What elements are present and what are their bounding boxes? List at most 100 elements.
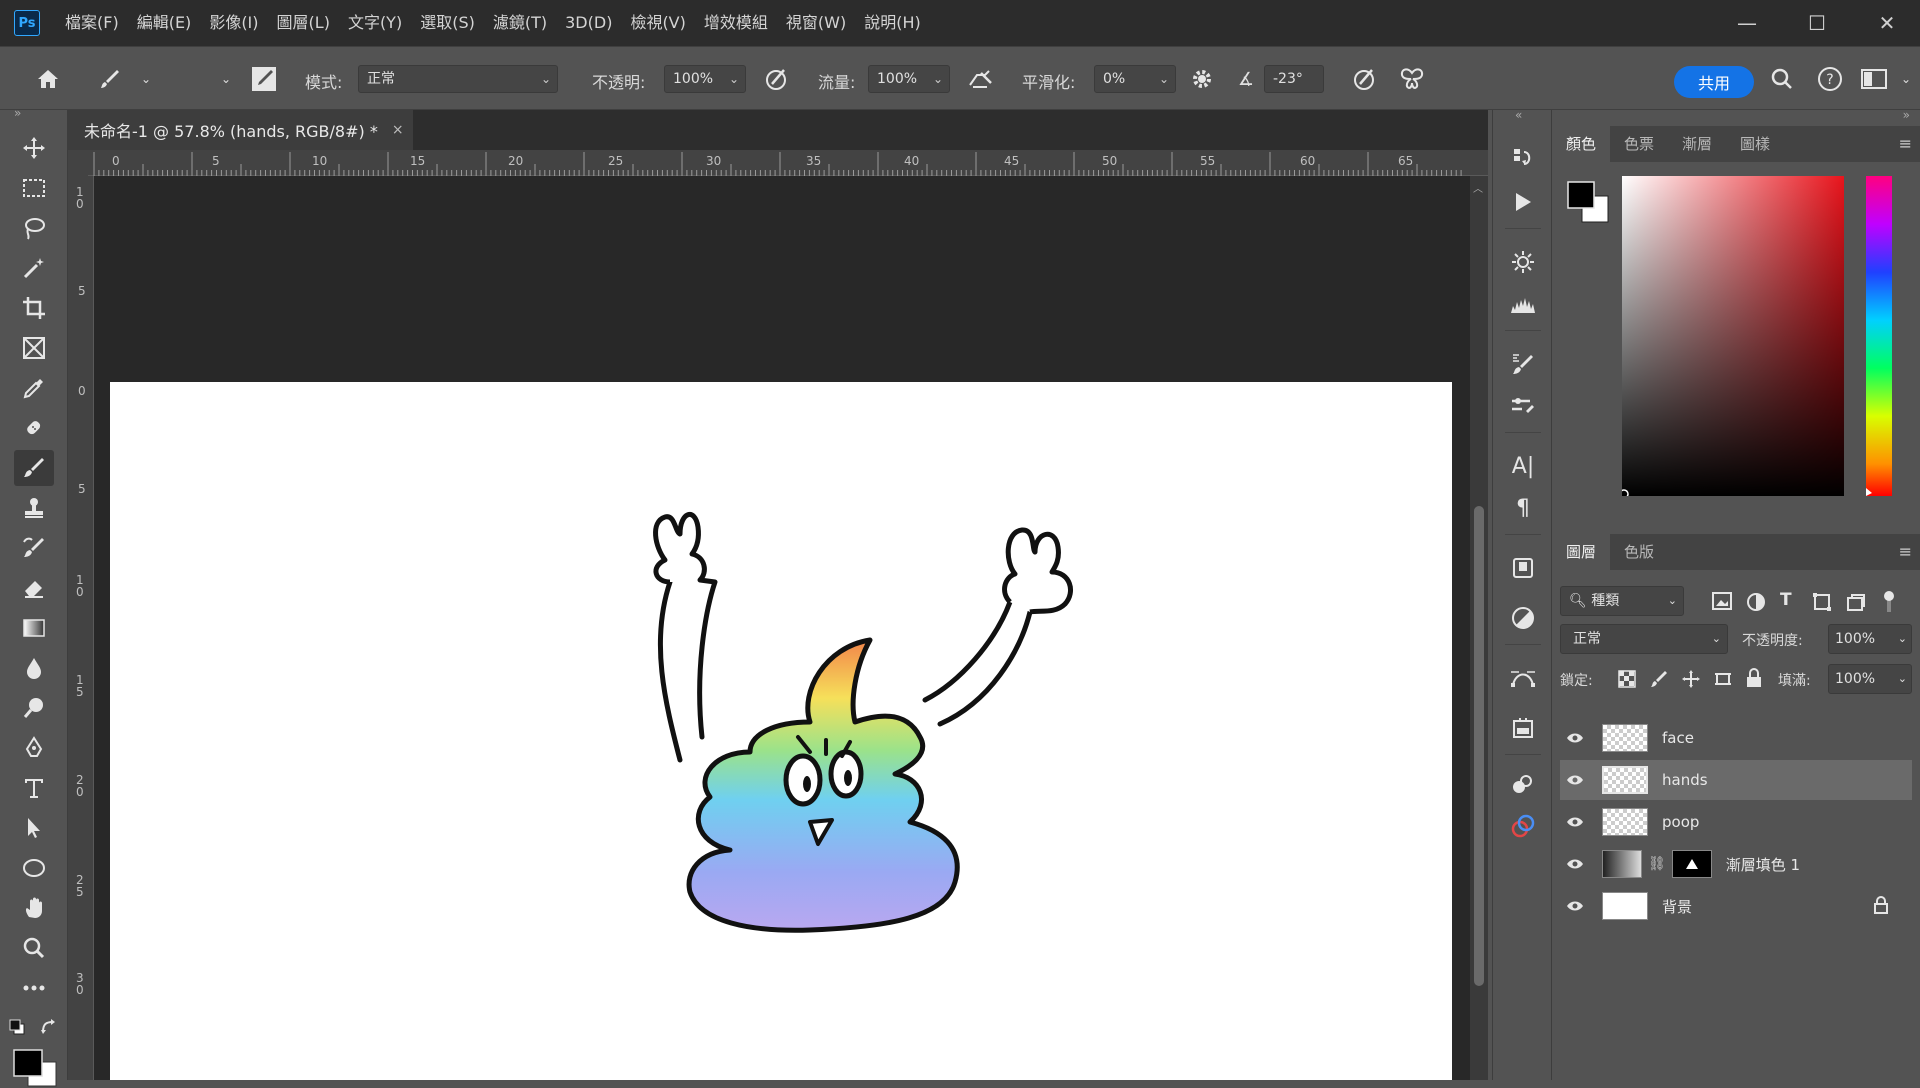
symmetry-butterfly-icon[interactable]: [1396, 63, 1428, 95]
workspace-chevron-icon[interactable]: ⌄: [1890, 63, 1920, 95]
swap-colors-icon[interactable]: [40, 1018, 58, 1036]
pressure-opacity-icon[interactable]: [760, 63, 792, 95]
libraries-panel-icon[interactable]: [1505, 550, 1541, 586]
channels-cloud-icon[interactable]: [1505, 766, 1541, 802]
layer-row-face[interactable]: face: [1560, 718, 1912, 758]
opacity-field[interactable]: 100% ⌄: [664, 65, 746, 93]
share-button[interactable]: 共用: [1674, 66, 1754, 98]
eye-icon[interactable]: [1560, 774, 1590, 786]
character-panel-icon[interactable]: A|: [1505, 448, 1541, 484]
lock-transparent-icon[interactable]: [1618, 670, 1636, 688]
crop-tool-icon[interactable]: [14, 290, 54, 326]
layer-opacity-field[interactable]: 100% ⌄: [1828, 624, 1912, 654]
clone-stamp-tool-icon[interactable]: [14, 490, 54, 526]
menu-window[interactable]: 視窗(W): [777, 0, 855, 46]
menu-3d[interactable]: 3D(D): [556, 0, 621, 46]
tab-swatches[interactable]: 色票: [1610, 126, 1668, 162]
healing-brush-tool-icon[interactable]: [14, 410, 54, 446]
brush-settings-panel-icon[interactable]: [1505, 346, 1541, 382]
frame-tool-icon[interactable]: [14, 330, 54, 366]
collapse-arrows-icon[interactable]: »: [14, 106, 21, 120]
marquee-tool-icon[interactable]: [14, 170, 54, 206]
layers-panel-menu-icon[interactable]: ≡: [1899, 542, 1912, 561]
eraser-tool-icon[interactable]: [14, 570, 54, 606]
eye-icon[interactable]: [1560, 858, 1590, 870]
move-tool-icon[interactable]: [14, 130, 54, 166]
fg-bg-swatches[interactable]: [1566, 180, 1612, 226]
filter-type-icon[interactable]: T: [1780, 590, 1792, 610]
close-window-button[interactable]: ✕: [1852, 0, 1920, 46]
link-chain-icon[interactable]: ⛓︎: [1648, 856, 1666, 872]
maximize-button[interactable]: ☐: [1782, 0, 1852, 46]
color-swatches[interactable]: [12, 1048, 60, 1088]
airbrush-icon[interactable]: [964, 63, 996, 95]
adjustments-sun-icon[interactable]: [1505, 244, 1541, 280]
layer-filter-select[interactable]: 🔍︎ 種類 ⌄: [1560, 586, 1684, 616]
smoothing-field[interactable]: 0% ⌄: [1094, 65, 1176, 93]
zoom-tool-icon[interactable]: [14, 930, 54, 966]
brush-size-chevron-icon[interactable]: ⌄: [210, 63, 242, 95]
layer-row-background[interactable]: 背景: [1560, 886, 1912, 926]
minimize-button[interactable]: —: [1712, 0, 1782, 46]
lock-all-icon[interactable]: [1746, 668, 1762, 688]
layer-row-gradient-fill[interactable]: ⛓︎ 漸層填色 1: [1560, 844, 1912, 884]
menu-view[interactable]: 檢視(V): [621, 0, 694, 46]
lasso-tool-icon[interactable]: [14, 210, 54, 246]
tab-layers[interactable]: 圖層: [1552, 534, 1611, 570]
chevron-down-icon[interactable]: ⌄: [130, 63, 162, 95]
properties-panel-icon[interactable]: [1505, 710, 1541, 746]
path-selection-tool-icon[interactable]: [14, 810, 54, 846]
vertical-scrollbar[interactable]: ︿: [1470, 176, 1488, 1080]
magic-wand-tool-icon[interactable]: [14, 250, 54, 286]
type-tool-icon[interactable]: [14, 770, 54, 806]
filter-adjustment-icon[interactable]: [1746, 592, 1766, 612]
layer-row-poop[interactable]: poop: [1560, 802, 1912, 842]
filter-smart-object-icon[interactable]: [1846, 592, 1866, 612]
document-tab[interactable]: 未命名-1 @ 57.8% (hands, RGB/8#) * ×: [68, 110, 413, 150]
color-picker-field[interactable]: [1622, 176, 1844, 496]
fill-field[interactable]: 100% ⌄: [1828, 664, 1912, 694]
adjustments-panel-icon[interactable]: [1505, 600, 1541, 636]
gradient-tool-icon[interactable]: [14, 610, 54, 646]
tab-patterns[interactable]: 圖樣: [1726, 126, 1784, 162]
histogram-icon[interactable]: [1505, 286, 1541, 322]
eye-icon[interactable]: [1560, 816, 1590, 828]
tab-gradients[interactable]: 漸層: [1668, 126, 1726, 162]
menu-edit[interactable]: 編輯(E): [128, 0, 201, 46]
eye-icon[interactable]: [1560, 732, 1590, 744]
pressure-size-icon[interactable]: [1348, 63, 1380, 95]
search-icon[interactable]: [1766, 63, 1798, 95]
menu-type[interactable]: 文字(Y): [339, 0, 411, 46]
scrollbar-thumb[interactable]: [1474, 506, 1484, 986]
home-icon[interactable]: [32, 63, 64, 95]
history-panel-icon[interactable]: [1505, 140, 1541, 176]
document-canvas[interactable]: [110, 382, 1452, 1080]
mode-select[interactable]: 正常 ⌄: [358, 65, 558, 93]
panel-menu-icon[interactable]: ≡: [1899, 134, 1912, 153]
paragraph-panel-icon[interactable]: ¶: [1505, 490, 1541, 526]
canvas-workspace[interactable]: [94, 176, 1470, 1080]
gear-icon[interactable]: [1186, 63, 1218, 95]
hand-tool-icon[interactable]: [14, 890, 54, 926]
lock-position-icon[interactable]: [1682, 670, 1700, 688]
workspace-icon[interactable]: [1858, 63, 1890, 95]
close-tab-icon[interactable]: ×: [392, 122, 404, 138]
lock-pixels-icon[interactable]: [1650, 670, 1668, 688]
more-tools-icon[interactable]: [14, 970, 54, 1006]
blur-tool-icon[interactable]: [14, 650, 54, 686]
brush-presets-icon[interactable]: [1505, 388, 1541, 424]
menu-image[interactable]: 影像(I): [200, 0, 267, 46]
hue-slider[interactable]: [1866, 176, 1892, 496]
menu-plugins[interactable]: 增效模組: [695, 0, 777, 46]
help-icon[interactable]: ?: [1814, 63, 1846, 95]
brush-tool-icon[interactable]: [14, 450, 54, 486]
filter-toggle-icon[interactable]: [1882, 590, 1896, 614]
angle-field[interactable]: -23°: [1264, 65, 1324, 93]
eye-icon[interactable]: [1560, 900, 1590, 912]
menu-layer[interactable]: 圖層(L): [268, 0, 339, 46]
pen-tool-icon[interactable]: [14, 730, 54, 766]
paths-panel-icon[interactable]: [1505, 660, 1541, 696]
lock-artboard-icon[interactable]: [1714, 670, 1732, 688]
filter-shape-icon[interactable]: [1812, 592, 1832, 612]
flow-field[interactable]: 100% ⌄: [868, 65, 950, 93]
